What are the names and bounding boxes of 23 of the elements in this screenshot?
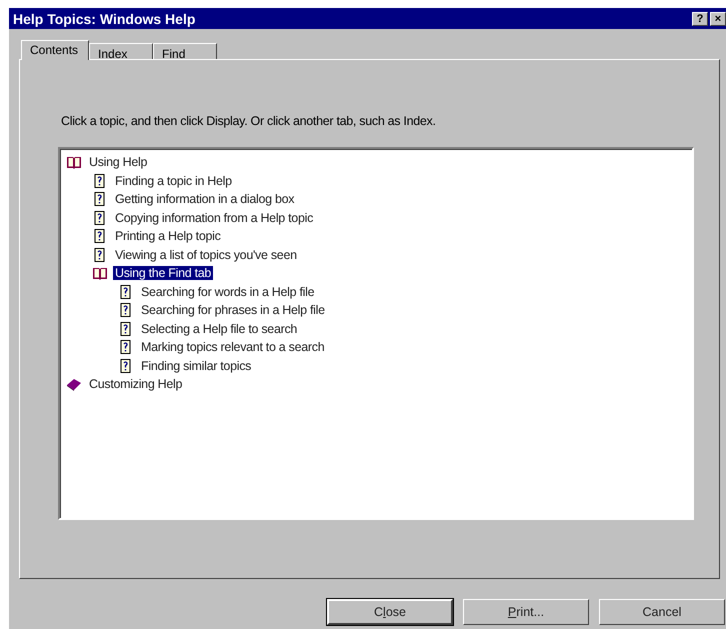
tab[interactable]: Find xyxy=(153,43,218,59)
topic-item[interactable]: Searching for phrases in a Help file xyxy=(139,303,327,318)
topic-item[interactable]: Searching for words in a Help file xyxy=(139,284,316,299)
topic-item[interactable]: Copying information from a Help topic xyxy=(113,210,316,225)
topic-item[interactable]: Printing a Help topic xyxy=(113,229,223,244)
book-item[interactable]: Customizing Help xyxy=(87,377,184,392)
help-button[interactable]: ? xyxy=(692,12,708,26)
tab[interactable]: Contents xyxy=(21,40,90,60)
close-button[interactable]: × xyxy=(710,12,726,26)
topic-item[interactable]: Selecting a Help file to search xyxy=(139,322,300,336)
book-item[interactable]: Using Help xyxy=(87,155,150,170)
topic-item[interactable]: Viewing a list of topics you've seen xyxy=(113,248,299,262)
dialog-button[interactable]: Close xyxy=(327,599,453,625)
dialog-button[interactable]: Cancel xyxy=(599,599,725,625)
dialog-button[interactable]: Print... xyxy=(463,599,589,625)
topic-item[interactable]: Finding similar topics xyxy=(139,358,254,373)
window-title: Help Topics: Windows Help xyxy=(13,10,196,26)
topic-item[interactable]: Marking topics relevant to a search xyxy=(139,340,326,354)
tab[interactable]: Index xyxy=(89,43,154,59)
instruction-text: Click a topic, and then click Display. Or click another tab, such as Index. xyxy=(61,114,437,128)
book-item[interactable]: Using the Find tab xyxy=(113,266,214,280)
topic-item[interactable]: Getting information in a dialog box xyxy=(113,192,296,206)
topic-item[interactable]: Finding a topic in Help xyxy=(113,174,234,188)
